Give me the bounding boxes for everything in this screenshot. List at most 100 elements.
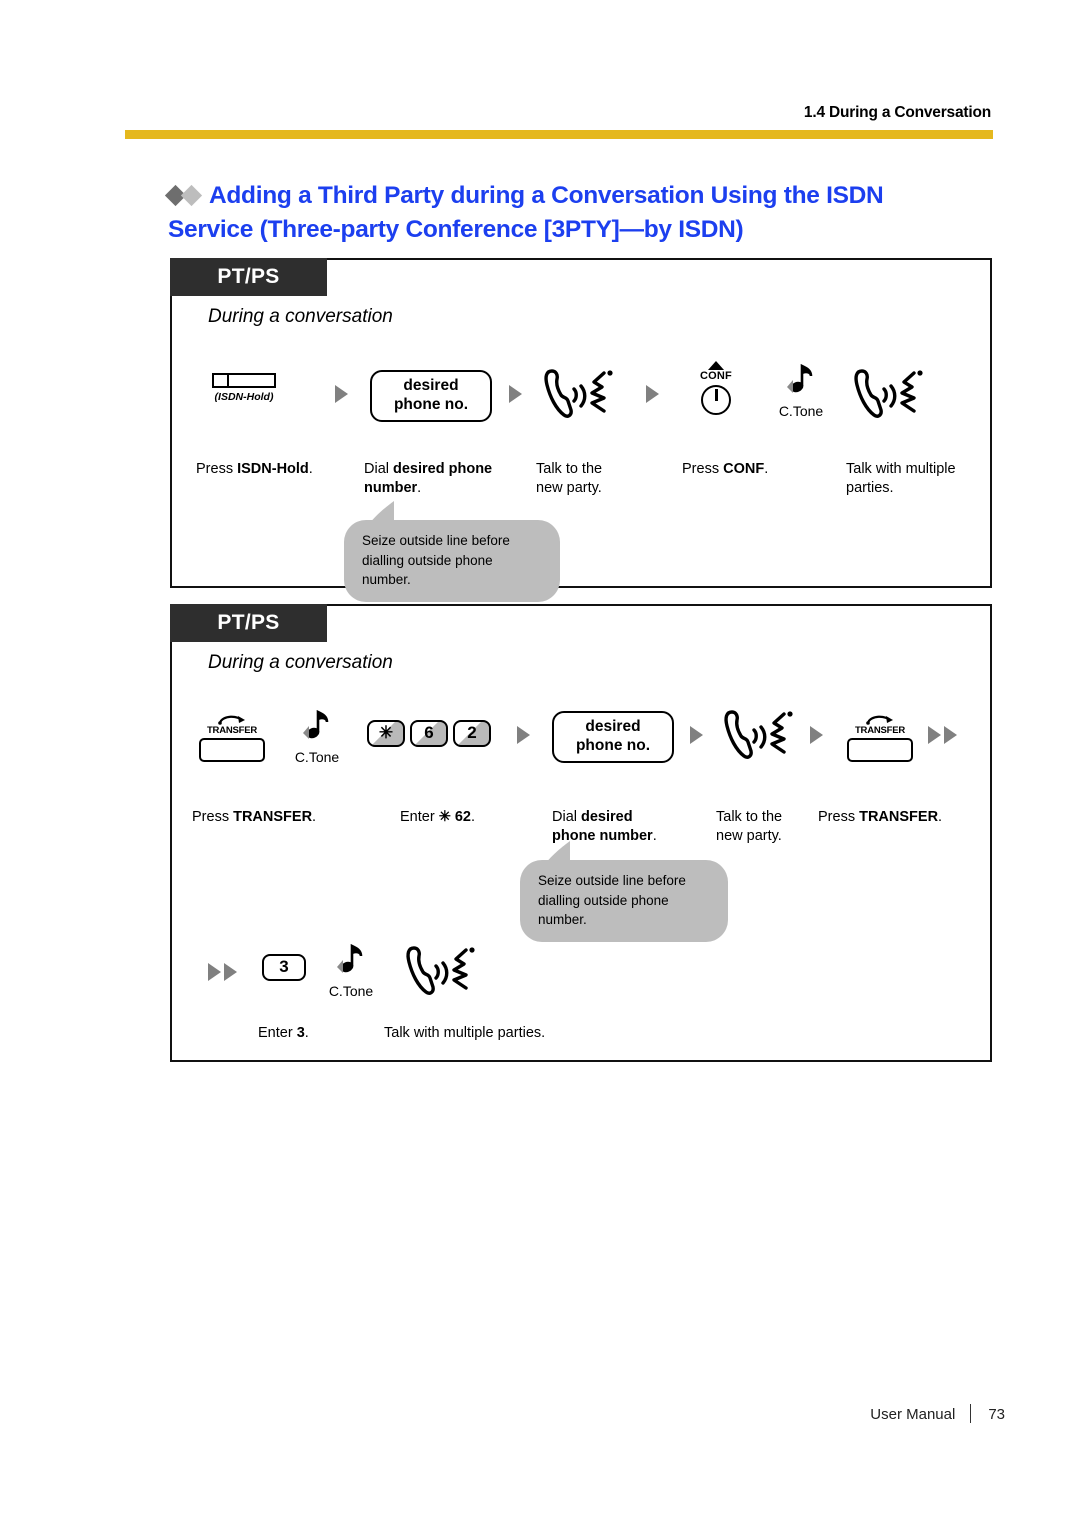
step-2-caption-suffix: .: [417, 480, 422, 497]
step-4-caption-prefix: Dial: [552, 809, 582, 825]
conf-label: CONF: [700, 370, 732, 382]
page-title-line2: Service (Three-party Conference [3PTY]—b…: [168, 215, 744, 243]
step-6-transfer-button[interactable]: TRANSFER: [840, 712, 920, 762]
flow-arrow-icon-2: [509, 385, 522, 403]
key-3[interactable]: 3: [262, 954, 306, 981]
step-4-caption-suffix: .: [652, 828, 657, 845]
step-3-caption-suffix: .: [471, 809, 476, 825]
panel-1-note-line1: Seize outside line before: [362, 533, 510, 548]
step-3-keypad[interactable]: ✳ 6 2: [367, 720, 496, 747]
footer-separator: [970, 1404, 972, 1423]
step-7-caption-bold: 3: [296, 1025, 305, 1041]
panel-2-subtitle: During a conversation: [208, 652, 393, 673]
procedure-panel-1: PT/PS During a conversation (ISDN-Hold) …: [170, 258, 992, 602]
step-4-caption-bold: CONF: [723, 461, 765, 477]
step-1-caption: Press TRANSFER.: [192, 808, 352, 827]
step-4-conf-button[interactable]: CONF: [688, 361, 744, 415]
bubble-tail-icon: [368, 501, 394, 525]
step-4-caption-bold1: desired: [581, 809, 633, 825]
phone-box-line2: phone no.: [575, 736, 651, 754]
flow-arrow-icon-3: [646, 385, 659, 403]
panel-1-tab: PT/PS: [170, 258, 327, 296]
step-1-caption-suffix: .: [312, 809, 317, 825]
transfer-arrow-icon: [218, 715, 245, 725]
step-1-transfer-button[interactable]: TRANSFER: [192, 712, 272, 762]
music-note-icon: [337, 943, 363, 973]
step-2-phone-number-box[interactable]: desired phone no.: [370, 370, 492, 423]
step-1-caption: Press ISDN-Hold.: [196, 460, 341, 479]
continuation-arrows-icon-row2: [208, 963, 237, 981]
step-4-caption-suffix: .: [764, 461, 769, 477]
continuation-arrows-icon: [928, 726, 957, 744]
key-asterisk[interactable]: ✳: [367, 720, 405, 747]
procedure-panel-2: PT/PS During a conversation TRANSFER C.T…: [170, 604, 992, 1062]
step-2-caption: Dial desired phone number.: [364, 460, 514, 498]
footer-doc-label: User Manual: [870, 1406, 956, 1423]
step-3-talk-handset-icon: [542, 365, 616, 426]
step-9-caption: Talk with multiple parties.: [384, 1025, 546, 1041]
ctone-label: C.Tone: [328, 983, 374, 999]
step-1-caption-prefix: Press: [192, 809, 234, 825]
step-7-key-3[interactable]: 3: [262, 954, 306, 981]
ctone-label: C.Tone: [294, 749, 340, 765]
step-4-caption-bold2: phone number: [552, 828, 653, 845]
step-1-caption-prefix: Press: [196, 461, 238, 477]
continuation-arrow-2: [224, 963, 237, 981]
step-7-caption-prefix: Enter: [258, 1025, 297, 1041]
phone-box-line1: desired: [403, 377, 459, 394]
key-6[interactable]: 6: [410, 720, 448, 747]
panel-1-note-line2: dialling outside phone number.: [362, 552, 493, 588]
step-5-talk-handset-icon: [852, 365, 926, 426]
flow-arrow-icon-1: [517, 726, 530, 744]
step-8-confirmation-tone: C.Tone: [324, 943, 378, 999]
isdn-hold-key-icon: [212, 373, 276, 388]
panel-2-note-line2: dialling outside phone number.: [538, 892, 669, 928]
continuation-arrow-1: [928, 726, 941, 744]
continuation-arrow-1: [208, 963, 221, 981]
transfer-key-icon: [199, 737, 265, 762]
transfer-label: TRANSFER: [206, 725, 258, 736]
step-3-caption: Talk to the new party.: [536, 461, 603, 497]
music-note-icon: [303, 709, 329, 739]
step-4-caption-prefix: Press: [682, 461, 724, 477]
page-title: Adding a Third Party during a Conversati…: [164, 178, 1008, 247]
phone-box-line1: desired: [585, 718, 641, 735]
header-rule: [125, 130, 993, 139]
panel-1-subtitle: During a conversation: [208, 306, 393, 327]
page-header: 1.4 During a Conversation: [125, 104, 1005, 139]
step-6-caption-prefix: Press: [818, 809, 860, 825]
page-title-text1: Adding a Third Party during a Conversati…: [209, 182, 884, 209]
step-5-caption: Talk with multiple parties.: [846, 461, 956, 497]
step-6-caption-suffix: .: [938, 809, 943, 825]
ctone-label: C.Tone: [778, 403, 824, 419]
panel-2-note-bubble: Seize outside line before dialling outsi…: [520, 860, 728, 942]
step-1-caption-suffix: .: [308, 461, 313, 477]
flow-arrow-icon-3: [810, 726, 823, 744]
step-1-isdn-hold-button[interactable]: (ISDN-Hold): [196, 373, 292, 403]
conf-arrow-icon: [708, 361, 724, 370]
step-4-phone-number-box[interactable]: desired phone no.: [552, 711, 674, 764]
step-3-caption-prefix: Enter: [400, 809, 439, 825]
isdn-hold-label: (ISDN-Hold): [214, 391, 274, 403]
step-3-caption-bold: ✳ 62: [438, 809, 471, 825]
step-1-caption-bold: ISDN-Hold: [237, 461, 309, 477]
step-1-caption-bold: TRANSFER: [233, 809, 313, 825]
diamond-bullets-icon: [164, 178, 203, 212]
conf-key-icon: [701, 385, 731, 415]
step-6-caption-bold: TRANSFER: [859, 809, 939, 825]
step-3-caption: Enter ✳ 62.: [400, 808, 520, 827]
continuation-arrow-2: [944, 726, 957, 744]
step-5-talk-handset-icon: [722, 706, 796, 767]
step-4-caption: Dial desired phone number.: [552, 808, 697, 846]
transfer-key-icon: [847, 737, 913, 762]
flow-arrow-icon-2: [690, 726, 703, 744]
step-9-talk-handset-icon: [404, 942, 478, 1003]
step-6-caption: Press TRANSFER.: [818, 808, 978, 827]
page-title-line1: Adding a Third Party during a Conversati…: [164, 178, 1008, 213]
step-4-caption: Press CONF.: [682, 460, 822, 479]
key-2[interactable]: 2: [453, 720, 491, 747]
transfer-arrow-icon: [866, 715, 893, 725]
step-7-caption-suffix: .: [304, 1025, 309, 1041]
page-footer: User Manual 73: [0, 1404, 1005, 1423]
transfer-label: TRANSFER: [854, 725, 906, 736]
